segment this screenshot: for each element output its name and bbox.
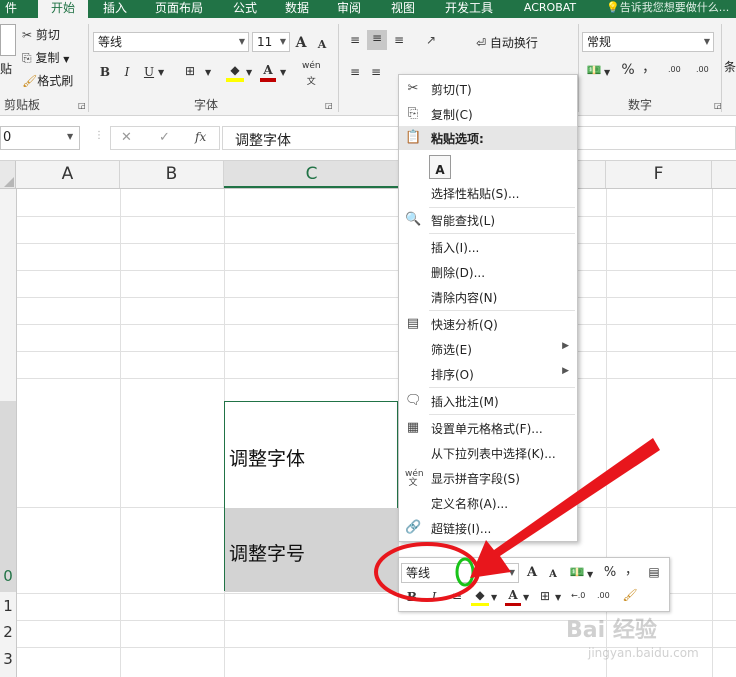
baidu-watermark-logo: Bai 经验 [566,618,657,643]
baidu-watermark-url: jingyan.baidu.com [588,646,699,660]
green-circle-annotation [455,557,475,587]
annotation-overlay [374,438,660,602]
red-arrow-annotation [470,438,660,578]
red-circle-annotation [374,542,480,602]
